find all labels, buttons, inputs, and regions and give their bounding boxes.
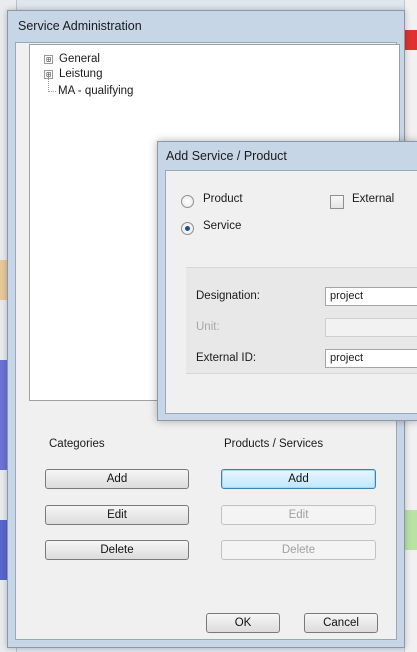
service-radio[interactable] [181,222,194,235]
sub-dialog-title: Add Service / Product [166,149,287,163]
background-block [405,30,417,50]
categories-delete-button[interactable]: Delete [45,540,189,560]
categories-add-button[interactable]: Add [45,469,189,489]
background-block [405,510,417,550]
tree-item-label: MA - qualifying [58,85,134,97]
add-service-product-dialog: Add Service / Product Product Service Ex… [157,141,417,421]
service-radio-label: Service [203,220,242,232]
designation-field[interactable]: project [325,287,417,306]
fields-panel: Designation: project Unit: External ID: … [186,267,417,374]
external-id-label: External ID: [196,352,257,364]
products-add-button[interactable]: Add [221,469,376,489]
external-id-field[interactable]: project [325,349,417,368]
tree-item-general[interactable]: ⊞ General [44,52,100,66]
categories-label: Categories [49,438,105,450]
designation-label: Designation: [196,290,260,302]
tree-item-leistung[interactable]: ⊞ Leistung [44,67,102,81]
products-delete-button[interactable]: Delete [221,540,376,560]
categories-edit-button[interactable]: Edit [45,505,189,525]
product-radio[interactable] [181,195,194,208]
tree-item-ma-qualifying[interactable]: MA - qualifying [58,84,133,98]
unit-field[interactable] [325,318,417,337]
products-edit-button[interactable]: Edit [221,505,376,525]
unit-label: Unit: [196,321,220,333]
tree-item-label: General [59,53,100,65]
tree-connector [48,73,49,92]
sub-dialog-client-area: Product Service External Designation: pr… [165,170,417,414]
product-radio-label: Product [203,193,243,205]
dialog-title: Service Administration [18,19,142,33]
external-checkbox-label: External [352,193,395,205]
cancel-button[interactable]: Cancel [304,613,378,633]
ok-button[interactable]: OK [206,613,280,633]
expand-icon[interactable]: ⊞ [44,54,53,64]
external-checkbox[interactable] [330,195,344,209]
tree-connector [48,91,56,92]
products-services-label: Products / Services [224,438,324,450]
tree-item-label: Leistung [59,68,103,80]
